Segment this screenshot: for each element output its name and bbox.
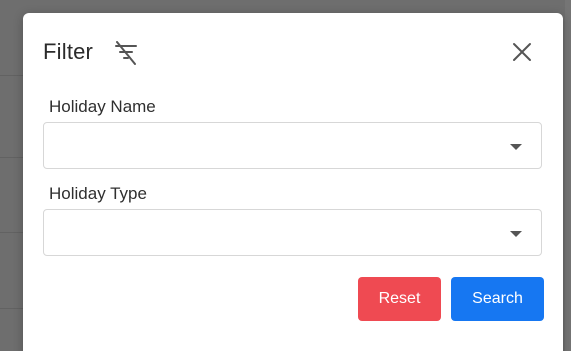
- holiday-type-select[interactable]: [43, 209, 542, 256]
- search-button[interactable]: Search: [451, 277, 544, 321]
- filter-modal: Filter Holiday Name Holiday Type Reset S…: [23, 13, 563, 351]
- modal-title: Filter: [43, 39, 94, 64]
- holiday-name-select[interactable]: [43, 122, 542, 169]
- backdrop-edge: [565, 0, 571, 351]
- close-icon[interactable]: [511, 41, 533, 63]
- holiday-type-label: Holiday Type: [49, 184, 147, 203]
- filter-off-icon: [115, 41, 137, 65]
- chevron-down-icon: [510, 144, 522, 150]
- holiday-name-label: Holiday Name: [49, 97, 156, 116]
- chevron-down-icon: [510, 231, 522, 237]
- reset-button[interactable]: Reset: [358, 277, 441, 321]
